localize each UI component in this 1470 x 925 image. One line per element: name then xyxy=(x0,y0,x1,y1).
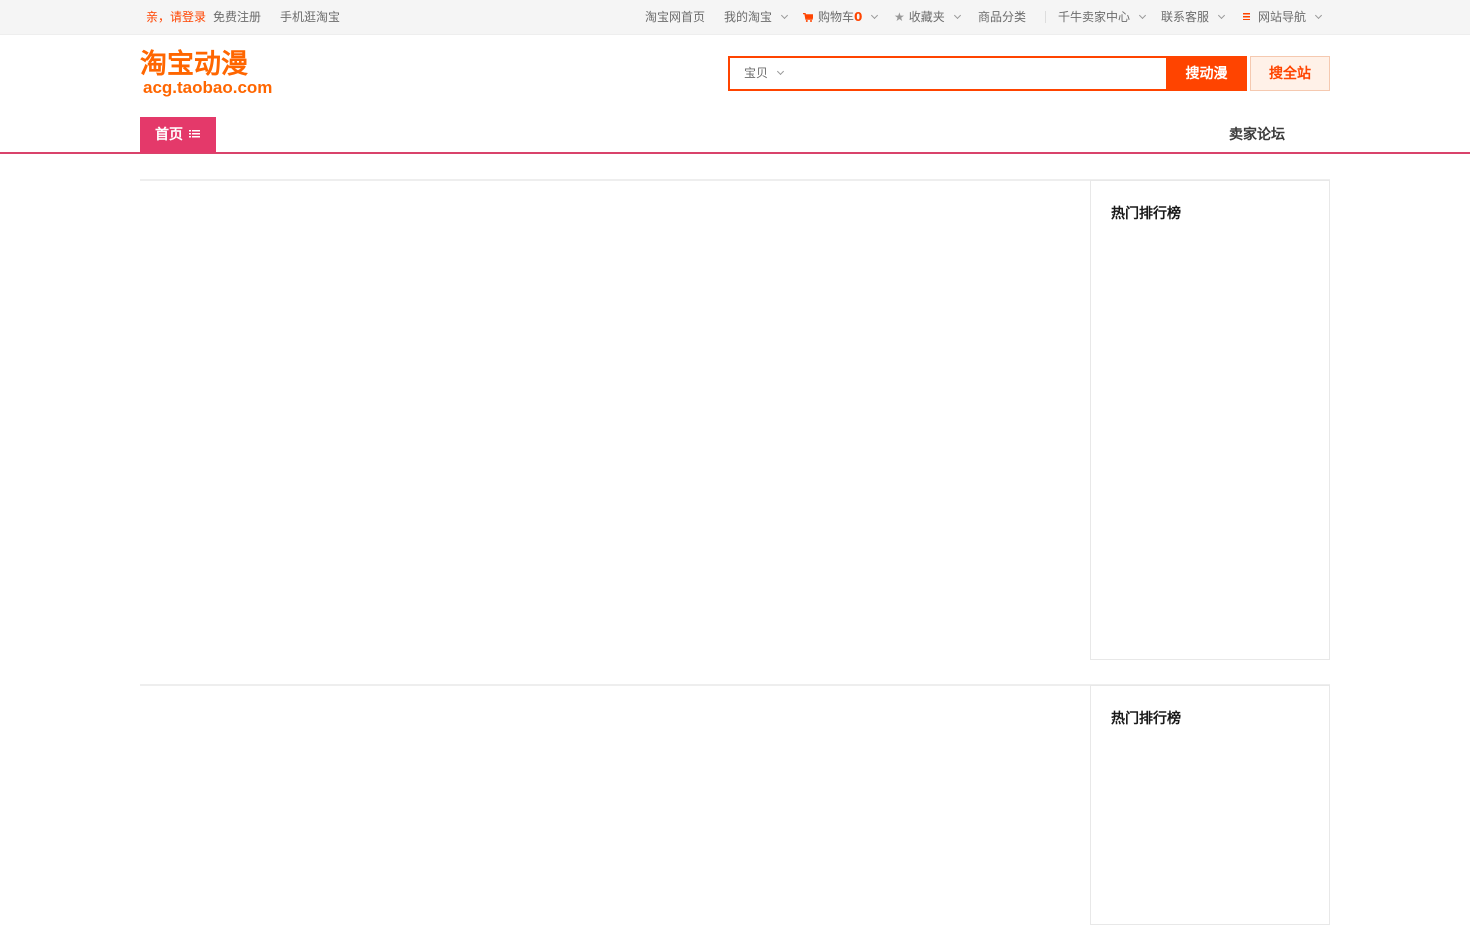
site-topbar: 亲，请登录 免费注册 手机逛淘宝 淘宝网首页 我的淘宝 购物车0 ★ 收藏夹 商品… xyxy=(0,0,1470,35)
customer-service-label: 联系客服 xyxy=(1161,10,1210,24)
cart-icon xyxy=(803,13,813,22)
chevron-down-icon xyxy=(1217,11,1226,20)
cart-label: 购物车 xyxy=(818,10,855,24)
hot-ranking-title: 热门排行榜 xyxy=(1111,711,1181,727)
login-link[interactable]: 亲，请登录 xyxy=(146,0,206,35)
hot-ranking-panel: 热门排行榜 xyxy=(1090,685,1330,925)
section-main-area xyxy=(140,181,1090,659)
search-input[interactable] xyxy=(798,62,1164,85)
chevron-down-icon xyxy=(871,11,879,20)
section-main-area xyxy=(140,686,1090,923)
chevron-down-icon xyxy=(776,67,785,76)
hot-ranking-panel: 热门排行榜 xyxy=(1090,180,1330,660)
chevron-down-icon xyxy=(1138,11,1147,20)
seller-center-label: 千牛卖家中心 xyxy=(1058,10,1131,24)
nav-home-tab[interactable]: 首页 xyxy=(140,117,216,153)
chevron-down-icon xyxy=(1314,11,1323,20)
register-link[interactable]: 免费注册 xyxy=(213,0,261,35)
search-type-select[interactable]: 宝贝 xyxy=(730,58,798,89)
chevron-down-icon xyxy=(953,11,961,20)
nav-home-label: 首页 xyxy=(155,127,183,143)
seller-center-menu[interactable]: 千牛卖家中心 xyxy=(1058,0,1147,35)
content-section: 热门排行榜 xyxy=(140,179,1330,660)
site-logo[interactable]: 淘宝动漫 acg.taobao.com xyxy=(140,50,285,100)
list-icon xyxy=(189,130,200,138)
site-nav-label: 网站导航 xyxy=(1258,10,1307,24)
search-acg-button[interactable]: 搜动漫 xyxy=(1166,56,1247,91)
my-taobao-label: 我的淘宝 xyxy=(724,10,773,24)
search-type-label: 宝贝 xyxy=(744,66,769,80)
chevron-down-icon xyxy=(780,11,789,20)
cart-count: 0 xyxy=(854,10,863,24)
hot-ranking-title: 热门排行榜 xyxy=(1111,206,1181,222)
customer-service-menu[interactable]: 联系客服 xyxy=(1161,0,1226,35)
my-taobao-menu[interactable]: 我的淘宝 xyxy=(724,0,789,35)
favorites-menu[interactable]: ★ 收藏夹 xyxy=(894,0,961,35)
cart-menu[interactable]: 购物车0 xyxy=(803,0,879,35)
search-all-button[interactable]: 搜全站 xyxy=(1250,56,1330,91)
content-section: 热门排行榜 xyxy=(140,684,1330,925)
menu-icon xyxy=(1243,13,1250,20)
star-icon: ★ xyxy=(894,10,905,24)
categories-link[interactable]: 商品分类 xyxy=(978,0,1026,35)
mobile-taobao-link[interactable]: 手机逛淘宝 xyxy=(280,0,340,35)
divider xyxy=(1045,11,1046,23)
taobao-home-link[interactable]: 淘宝网首页 xyxy=(645,0,705,35)
favorites-label: 收藏夹 xyxy=(908,10,945,24)
logo-domain: acg.taobao.com xyxy=(143,78,273,97)
search-box: 宝贝 xyxy=(728,56,1168,91)
logo-title: 淘宝动漫 xyxy=(140,49,248,80)
site-nav-menu[interactable]: 网站导航 xyxy=(1243,0,1323,35)
nav-seller-forum-link[interactable]: 卖家论坛 xyxy=(1229,117,1285,153)
